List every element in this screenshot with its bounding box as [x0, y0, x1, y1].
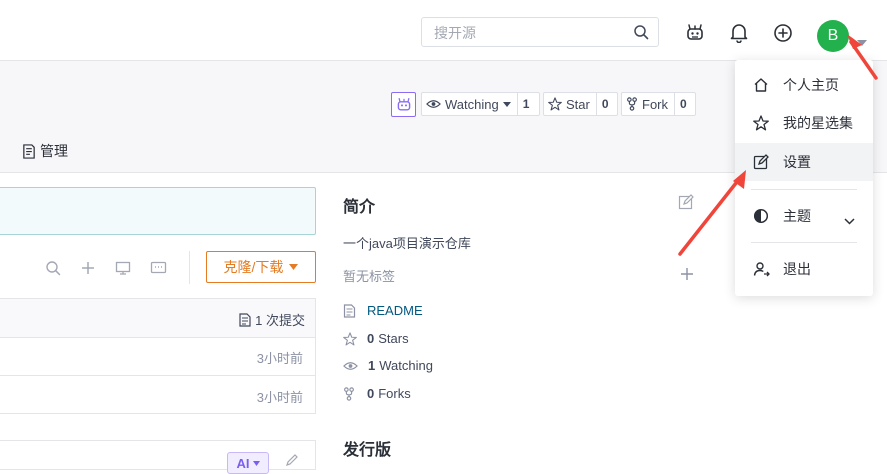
ai-button[interactable]: AI [227, 452, 269, 474]
readme-label: README [367, 303, 423, 318]
bell-icon[interactable] [728, 22, 750, 44]
settings-doc-icon [23, 143, 35, 159]
stars-label: Stars [378, 331, 409, 346]
search-input[interactable] [432, 24, 626, 42]
repo-bot-button[interactable] [391, 92, 416, 117]
add-tag-icon[interactable] [680, 267, 694, 284]
star-icon [753, 115, 775, 131]
star-button[interactable]: Star 0 [543, 92, 618, 116]
eye-icon [426, 100, 441, 108]
menu-item-theme[interactable]: 主题 [735, 197, 873, 235]
search-icon[interactable] [45, 260, 61, 279]
watching-count: 1 [368, 358, 376, 373]
search-icon[interactable] [633, 24, 649, 43]
watch-label: Watching [445, 96, 499, 112]
clone-download-button[interactable]: 克隆/下载 [206, 251, 316, 283]
eye-icon [343, 361, 358, 370]
add-file-icon[interactable] [80, 260, 96, 279]
menu-item-settings[interactable]: 设置 [735, 143, 873, 181]
no-tags-label: 暂无标签 [343, 269, 396, 284]
readme-link[interactable]: README [343, 303, 423, 318]
menu-item-logout[interactable]: 退出 [735, 250, 873, 288]
commit-time: 3小时前 [256, 351, 303, 366]
document-icon [239, 312, 251, 327]
releases-title: 发行版 [343, 442, 392, 459]
menu-divider [751, 242, 857, 243]
menu-divider [751, 189, 857, 190]
stars-stat[interactable]: 0 Stars [343, 331, 409, 346]
forks-count: 0 [367, 386, 375, 401]
gitee-bot-icon [397, 97, 410, 111]
chevron-down-icon [502, 101, 511, 107]
tab-manage[interactable]: 管理 [22, 141, 68, 161]
menu-item-label: 设置 [783, 154, 811, 170]
menu-item-profile[interactable]: 个人主页 [735, 66, 873, 104]
menu-item-label: 我的星选集 [783, 115, 853, 131]
forks-label: Forks [378, 386, 411, 401]
web-ide-icon[interactable] [115, 260, 131, 279]
document-icon [343, 303, 356, 318]
table-row[interactable]: 3小时前 [0, 337, 315, 376]
chevron-down-icon [844, 212, 855, 228]
commit-list: 1 次提交 3小时前 3小时前 [0, 298, 316, 414]
edit-icon[interactable] [678, 194, 694, 213]
watch-button[interactable]: Watching 1 [421, 92, 540, 116]
forks-stat[interactable]: 0 Forks [343, 386, 411, 401]
commit-count-label: 1 次提交 [255, 313, 305, 328]
chevron-down-icon [252, 460, 260, 466]
readme-panel: AI [0, 440, 316, 474]
chevron-down-icon [289, 264, 299, 270]
user-dropdown-menu: 个人主页 我的星选集 设置 主题 退出 [735, 60, 873, 296]
star-icon [343, 331, 357, 345]
commit-time: 3小时前 [256, 390, 303, 405]
commit-count[interactable]: 1 次提交 [239, 310, 305, 329]
menu-item-label: 退出 [783, 261, 811, 277]
repo-description: 一个java项目演示仓库 [343, 236, 471, 251]
notice-banner [0, 187, 316, 235]
fork-count[interactable]: 0 [674, 93, 692, 115]
stars-count: 0 [367, 331, 375, 346]
menu-item-starred-collections[interactable]: 我的星选集 [735, 104, 873, 142]
intro-title: 简介 [343, 199, 376, 216]
clone-download-label: 克隆/下载 [223, 259, 284, 275]
avatar[interactable]: B [817, 20, 849, 52]
add-circle-icon[interactable] [772, 22, 794, 44]
fork-icon [344, 386, 354, 401]
logout-icon [753, 261, 775, 277]
fork-icon [627, 97, 637, 111]
tab-manage-label: 管理 [40, 143, 68, 159]
star-icon [548, 97, 562, 111]
ai-label: AI [236, 455, 250, 471]
gitee-bot-icon[interactable] [683, 22, 707, 44]
menu-item-label: 主题 [783, 208, 811, 224]
table-row[interactable]: 3小时前 [0, 376, 315, 414]
watching-stat[interactable]: 1 Watching [343, 358, 433, 373]
watching-label: Watching [379, 358, 433, 373]
theme-icon [753, 208, 775, 224]
watch-count[interactable]: 1 [516, 93, 535, 115]
toolbar-divider [189, 251, 190, 284]
fork-button[interactable]: Fork 0 [621, 92, 696, 116]
star-label: Star [566, 96, 590, 112]
chevron-down-icon[interactable] [857, 33, 867, 49]
menu-item-label: 个人主页 [783, 77, 839, 93]
home-icon [753, 77, 775, 93]
fork-label: Fork [642, 96, 668, 112]
comment-icon[interactable] [150, 260, 167, 279]
star-count[interactable]: 0 [595, 93, 614, 115]
edit-icon[interactable] [285, 453, 299, 470]
edit-icon [753, 154, 775, 170]
search-box[interactable] [421, 17, 659, 47]
